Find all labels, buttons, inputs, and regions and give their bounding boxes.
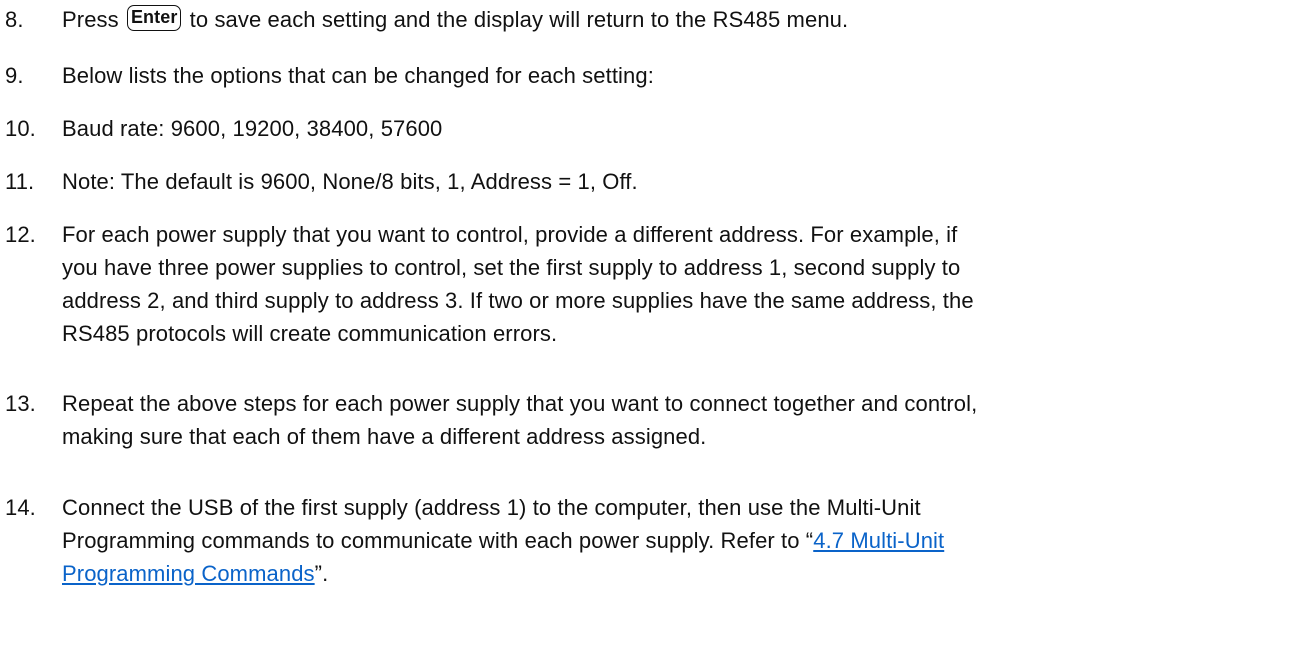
text-line: Programming Commands”. — [62, 557, 1080, 590]
text-line: RS485 protocols will create communicatio… — [62, 321, 558, 346]
text-line: Repeat the above steps for each power su… — [62, 391, 978, 416]
list-number: 13. — [5, 391, 36, 416]
section-link-part-2[interactable]: Programming Commands — [62, 561, 315, 586]
text-line: For each power supply that you want to c… — [62, 222, 958, 247]
list-item-text: Connect the USB of the first supply (add… — [62, 491, 1080, 590]
text-line: Programming commands to communicate with… — [62, 524, 1080, 557]
text-segment: ”. — [314, 561, 329, 586]
text-line: address 2, and third supply to address 3… — [62, 288, 974, 313]
list-number: 8. — [5, 7, 24, 32]
section-link-part-1[interactable]: 4.7 Multi-Unit — [813, 528, 944, 553]
text-line: Connect the USB of the first supply (add… — [62, 495, 921, 520]
list-item-10: 10. Baud rate: 9600, 19200, 38400, 57600 — [0, 112, 1080, 145]
text-line: making sure that each of them have a dif… — [62, 424, 707, 449]
enter-key-icon: Enter — [126, 5, 182, 31]
list-number: 9. — [5, 63, 24, 88]
list-item-text: Baud rate: 9600, 19200, 38400, 57600 — [62, 116, 443, 141]
list-item-text: Note: The default is 9600, None/8 bits, … — [62, 169, 638, 194]
list-item-14: 14. Connect the USB of the first supply … — [0, 491, 1080, 590]
list-item-11: 11. Note: The default is 9600, None/8 bi… — [0, 165, 1080, 198]
list-item-text: For each power supply that you want to c… — [62, 218, 1080, 350]
text-segment: Programming commands to communicate with… — [62, 528, 814, 553]
list-item-13: 13. Repeat the above steps for each powe… — [0, 387, 1080, 453]
list-item-12: 12. For each power supply that you want … — [0, 218, 1080, 350]
list-item-8: 8. Press Enter to save each setting and … — [0, 3, 1080, 36]
step-8-rest: to save each setting and the display wil… — [183, 7, 849, 32]
press-text: Press — [62, 7, 125, 32]
list-number: 12. — [5, 222, 36, 247]
document-page: 8. Press Enter to save each setting and … — [0, 0, 1294, 658]
list-item-text: Below lists the options that can be chan… — [62, 63, 654, 88]
list-number: 10. — [5, 116, 36, 141]
text-line: you have three power supplies to control… — [62, 255, 961, 280]
list-number: 11. — [5, 169, 35, 194]
list-item-text: Repeat the above steps for each power su… — [62, 387, 1080, 453]
list-item-9: 9. Below lists the options that can be c… — [0, 59, 1080, 92]
list-number: 14. — [5, 495, 36, 520]
list-item-text: Press Enter to save each setting and the… — [62, 3, 1080, 36]
